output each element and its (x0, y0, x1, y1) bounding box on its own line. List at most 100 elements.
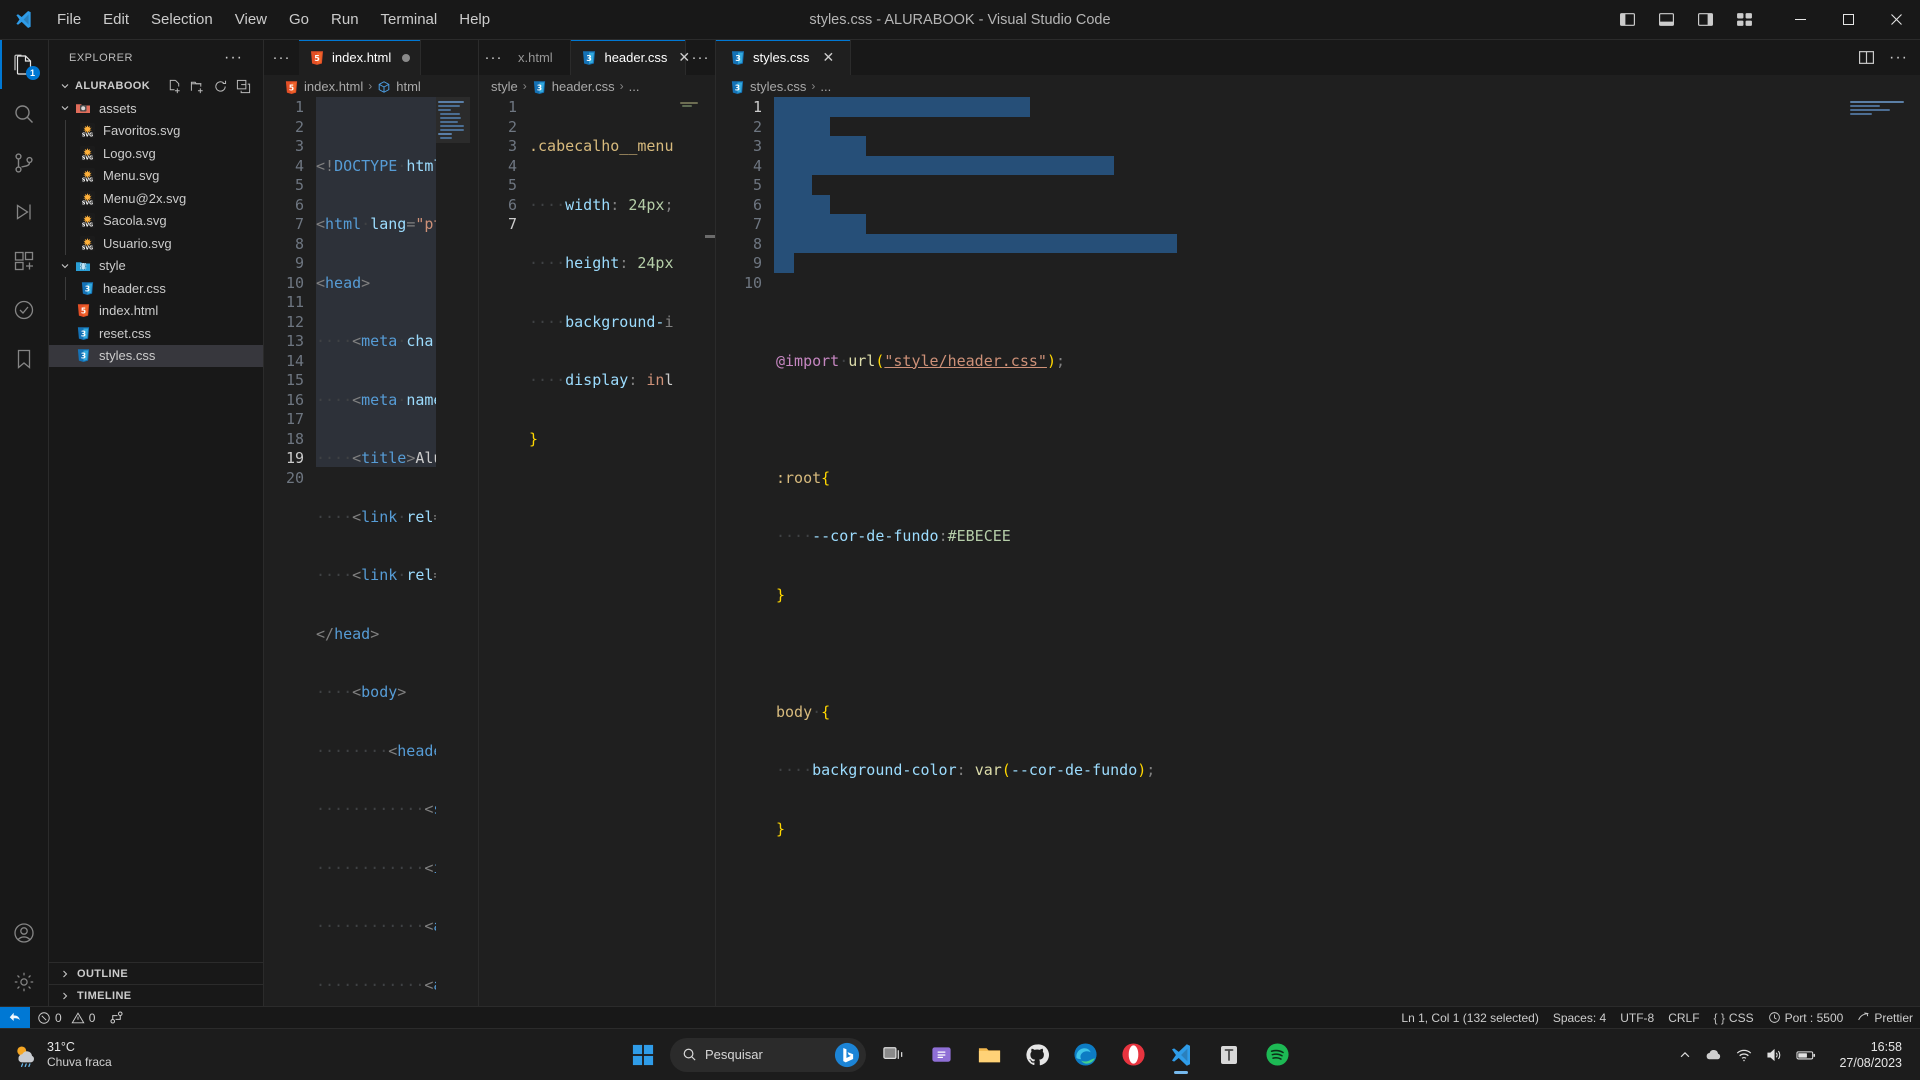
weather-widget[interactable]: 31°C Chuva fraca (0, 1040, 170, 1070)
code-editor-header-css[interactable]: 123 4567 .cabecalho__menu ····width: 24p… (479, 97, 715, 1006)
chevron-up-icon[interactable] (1678, 1048, 1692, 1062)
group-1-more-actions-icon[interactable]: ··· (264, 40, 299, 75)
widgets-button[interactable] (920, 1034, 962, 1076)
code-editor-styles-css[interactable]: 1234 5678 9 10 @import·url("style/header… (716, 97, 1920, 1006)
bing-copilot-icon[interactable] (834, 1042, 860, 1068)
tree-item-header-css[interactable]: 3 header.css (49, 277, 263, 300)
task-view-button[interactable] (872, 1034, 914, 1076)
timeline-label: TIMELINE (77, 989, 132, 1002)
github-desktop-button[interactable] (1016, 1034, 1058, 1076)
breadcrumb-file[interactable]: 5 index.html (284, 78, 363, 95)
menu-run[interactable]: Run (320, 6, 370, 34)
tab-x-html[interactable]: x.html (508, 40, 572, 75)
tab-index-html[interactable]: 5 index.html (299, 40, 422, 75)
tree-item-logo-svg[interactable]: SVG Logo.svg (49, 142, 263, 165)
customize-layout-icon[interactable] (1735, 10, 1754, 29)
breadcrumb-folder[interactable]: style (491, 79, 518, 94)
cloud-icon[interactable] (1704, 1045, 1723, 1064)
start-button[interactable] (622, 1034, 664, 1076)
explorer-root-alurabook[interactable]: ALURABOOK (49, 75, 263, 97)
cursor-position-status[interactable]: Ln 1, Col 1 (132 selected) (1394, 1007, 1545, 1029)
activity-testing[interactable] (0, 285, 49, 334)
menu-file[interactable]: File (46, 6, 92, 34)
sidebar-section-timeline[interactable]: TIMELINE (49, 984, 263, 1006)
breadcrumb-symbol[interactable]: html (377, 78, 421, 94)
tab-styles-css[interactable]: 3 styles.css ✕ (716, 40, 852, 75)
menu-selection[interactable]: Selection (140, 6, 224, 34)
spotify-button[interactable] (1256, 1034, 1298, 1076)
vertical-scrollbar-group-1[interactable] (470, 97, 478, 1006)
language-mode-status[interactable]: { } CSS (1707, 1007, 1761, 1029)
code-editor-index-html[interactable]: 1234 5678 9 10 11 12 13 14 15 16 17 18 19 20 <!DO… (264, 97, 478, 1006)
vscode-taskbar-button[interactable] (1160, 1034, 1202, 1076)
new-file-icon[interactable] (167, 79, 182, 94)
tree-item-usuario-svg[interactable]: SVG Usuario.svg (49, 232, 263, 255)
sidebar-more-actions-icon[interactable]: ··· (224, 49, 243, 67)
tree-item-index-html[interactable]: 5 index.html (49, 300, 263, 323)
group-2-editor-actions-icon[interactable]: ··· (686, 40, 715, 75)
close-icon[interactable]: ✕ (678, 49, 690, 66)
toggle-secondary-sidebar-icon[interactable] (1696, 10, 1715, 29)
microsoft-edge-button[interactable] (1064, 1034, 1106, 1076)
new-folder-icon[interactable] (190, 79, 205, 94)
collapse-all-icon[interactable] (236, 79, 251, 94)
prettier-status[interactable]: Prettier (1850, 1007, 1920, 1029)
breadcrumb-overflow[interactable]: ... (629, 79, 640, 94)
group-2-more-actions-icon[interactable]: ··· (479, 40, 508, 75)
ports-forward-status[interactable] (102, 1007, 131, 1029)
tree-item-styles-css[interactable]: 3 styles.css (49, 344, 263, 367)
vertical-scrollbar-group-2[interactable] (705, 97, 715, 1006)
close-icon[interactable]: ✕ (820, 49, 836, 66)
split-editor-right-icon[interactable] (1858, 49, 1875, 66)
vertical-scrollbar-group-3[interactable] (1906, 97, 1920, 1006)
breadcrumb-overflow[interactable]: ... (820, 79, 831, 94)
windows-taskbar: 31°C Chuva fraca Pesquisar 16:58 27/08/2… (0, 1028, 1920, 1080)
tab-dirty-indicator[interactable] (402, 53, 411, 62)
activity-bookmarks[interactable] (0, 334, 49, 383)
close-button[interactable] (1872, 0, 1920, 40)
sidebar-section-outline[interactable]: OUTLINE (49, 962, 263, 984)
volume-icon[interactable] (1765, 1046, 1783, 1064)
remote-window-button[interactable] (0, 1006, 30, 1029)
file-explorer-button[interactable] (968, 1034, 1010, 1076)
activity-explorer[interactable]: 1 (0, 40, 49, 89)
tab-header-css[interactable]: 3 header.css ✕ (571, 40, 690, 75)
menu-terminal[interactable]: Terminal (370, 6, 449, 34)
tree-item-menu-svg[interactable]: SVG Menu.svg (49, 164, 263, 187)
activity-search[interactable] (0, 89, 49, 138)
menu-help[interactable]: Help (448, 6, 501, 34)
activity-source-control[interactable] (0, 138, 49, 187)
teams-button[interactable] (1208, 1034, 1250, 1076)
taskbar-clock[interactable]: 16:58 27/08/2023 (1829, 1039, 1912, 1071)
breadcrumb-file[interactable]: 3 styles.css (730, 78, 806, 95)
battery-icon[interactable] (1795, 1044, 1817, 1066)
tree-item-favoritos-svg[interactable]: SVG Favoritos.svg (49, 119, 263, 142)
activity-settings-gear-icon[interactable] (0, 957, 49, 1006)
problems-status[interactable]: 0 0 (30, 1007, 102, 1029)
toggle-panel-icon[interactable] (1657, 10, 1676, 29)
tree-item-assets[interactable]: assets (49, 97, 263, 120)
toggle-primary-sidebar-icon[interactable] (1618, 10, 1637, 29)
opera-button[interactable] (1112, 1034, 1154, 1076)
taskbar-search-input[interactable]: Pesquisar (670, 1037, 866, 1072)
eol-status[interactable]: CRLF (1661, 1007, 1706, 1029)
encoding-status[interactable]: UTF-8 (1613, 1007, 1661, 1029)
tree-item-sacola-svg[interactable]: SVG Sacola.svg (49, 209, 263, 232)
minimize-button[interactable] (1776, 0, 1824, 40)
breadcrumb-file[interactable]: 3 header.css (532, 78, 615, 95)
live-server-status[interactable]: Port : 5500 (1761, 1007, 1851, 1029)
more-actions-icon[interactable]: ··· (1889, 49, 1908, 67)
menu-edit[interactable]: Edit (92, 6, 140, 34)
maximize-button[interactable] (1824, 0, 1872, 40)
menu-view[interactable]: View (224, 6, 278, 34)
tree-item-menu2x-svg[interactable]: SVG Menu@2x.svg (49, 187, 263, 210)
activity-run-and-debug[interactable] (0, 187, 49, 236)
refresh-icon[interactable] (213, 79, 228, 94)
tree-item-style[interactable]: {} style (49, 255, 263, 278)
activity-extensions[interactable] (0, 236, 49, 285)
activity-accounts[interactable] (0, 908, 49, 957)
menu-go[interactable]: Go (278, 6, 320, 34)
wifi-icon[interactable] (1735, 1046, 1753, 1064)
tree-item-reset-css[interactable]: 3 reset.css (49, 322, 263, 345)
indentation-status[interactable]: Spaces: 4 (1546, 1007, 1613, 1029)
